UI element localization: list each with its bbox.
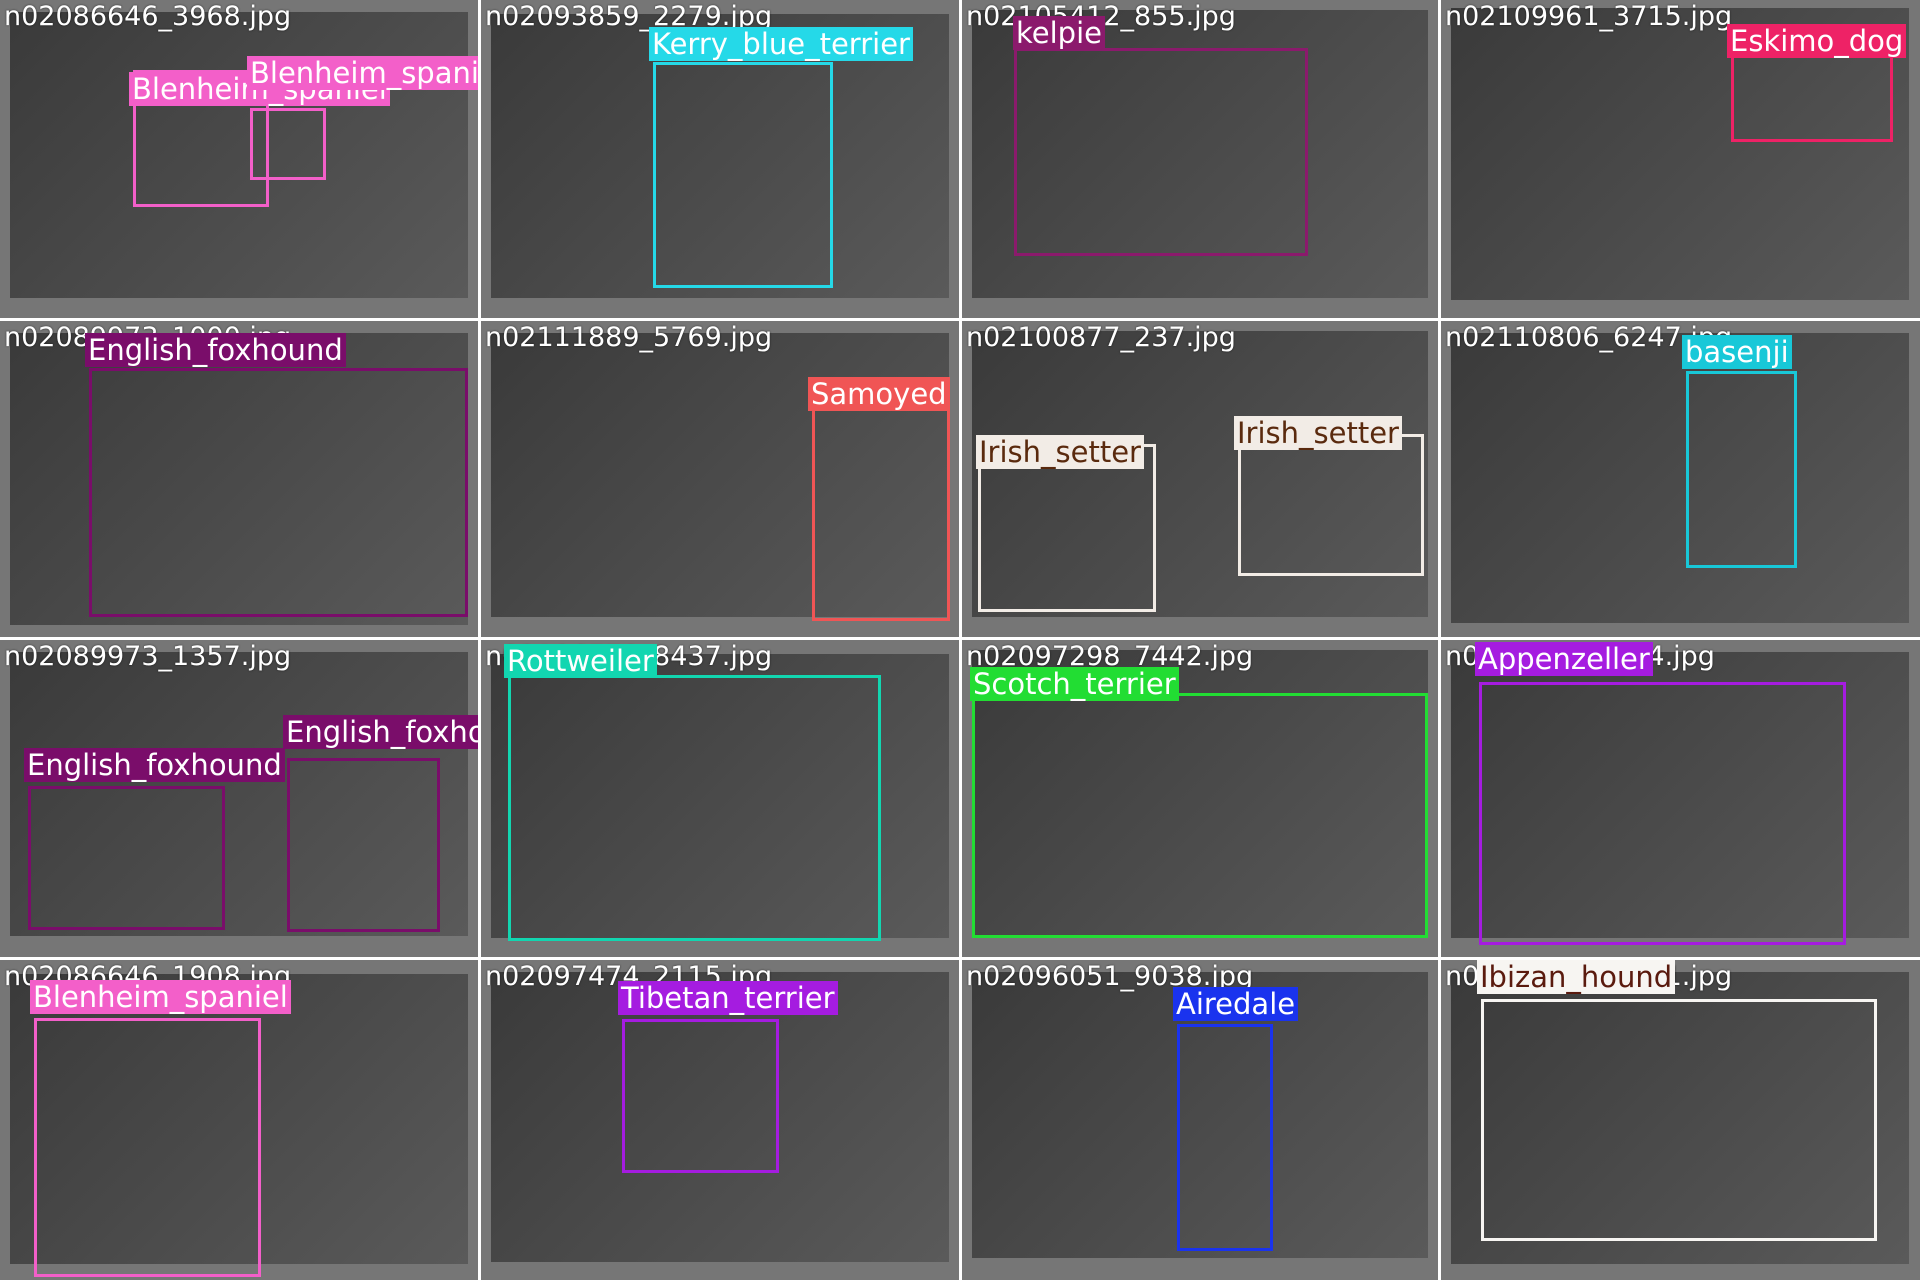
detection-label: English_foxhound [85,333,346,367]
detection-label: Irish_setter [976,435,1144,469]
detection-label: Ibizan_hound [1477,960,1676,994]
detection-label: Blenheim_spaniel [30,980,291,1014]
detection-label: kelpie [1013,16,1105,50]
detection-label: Rottweiler [504,644,657,678]
image-filename: n02111889_5769.jpg [485,322,773,353]
image-tile: n02093859_2279.jpg Kerry_blue_terrier [481,0,959,318]
bounding-box [1731,46,1893,142]
detection-label: Appenzeller [1475,642,1653,676]
image-filename: n02109961_3715.jpg [1445,1,1733,32]
image-tile: n02110806_6247.jpg basenji [1441,321,1920,637]
bounding-box [653,62,833,288]
bounding-box [250,108,326,180]
bounding-box [287,758,440,932]
bounding-box [28,786,225,930]
bounding-box [622,1019,779,1173]
bounding-box [1014,48,1308,256]
image-tile: n02091244_4421.jpgIbizan_hound [1441,960,1920,1280]
detection-label: Scotch_terrier [970,667,1179,701]
image-tile: n02086646_3968.jpgBlenheim_spanielBlenhe… [0,0,478,318]
bounding-box [34,1018,261,1277]
image-tile: n02107908_704.jpgAppenzeller [1441,640,1920,957]
detection-label: Airedale [1173,987,1299,1021]
bounding-box [1686,371,1797,568]
detection-label: basenji [1682,335,1792,369]
image-tile: n02096051_9038.jpg Airedale [962,960,1438,1280]
image-tile: n02109961_3715.jpg Eskimo_dog [1441,0,1920,318]
detection-label: English_foxhound [283,715,478,749]
bounding-box [978,444,1156,612]
image-tile: n02105412_855.jpgkelpie [962,0,1438,318]
image-tile: n02089973_1000.jpgEnglish_foxhound [0,321,478,637]
image-filename: n02089973_1357.jpg [4,641,292,672]
image-tile: n02100877_237.jpg Irish_setter Irish_sette… [962,321,1438,637]
bounding-box [89,368,468,617]
image-tile: n02086646_1908.jpg Blenheim_spaniel [0,960,478,1280]
bounding-box [1238,434,1424,576]
detection-label: Samoyed [808,377,950,411]
bounding-box [508,675,881,941]
detection-label: Blenheim_spaniel [247,56,478,90]
image-tile: n02111889_5769.jpg Samoyed [481,321,959,637]
detection-label: English_foxhound [24,748,285,782]
image-tile: n02106550_8437.jpgRottweiler [481,640,959,957]
detection-label: Eskimo_dog [1727,24,1907,58]
bounding-box [1481,999,1877,1241]
image-tile: n02097474_2115.jpg Tibetan_terrier [481,960,959,1280]
detection-label: Tibetan_terrier [618,981,838,1015]
bounding-box [972,693,1428,938]
image-filename: n02100877_237.jpg [966,322,1236,353]
bounding-box [1479,682,1846,945]
image-tile: n02097298_7442.jpg Scotch_terrier [962,640,1438,957]
image-filename: n02086646_3968.jpg [4,1,292,32]
bounding-box [812,378,950,621]
bounding-box [1177,1024,1273,1251]
detection-mosaic: n02086646_3968.jpg Blenheim_spaniel Blenhe… [0,0,1920,1280]
dog-photo [1451,333,1909,623]
detection-label: Irish_setter [1234,416,1402,450]
image-tile: n02089973_1357.jpg English_foxhound Englis… [0,640,478,957]
detection-label: Kerry_blue_terrier [649,27,913,61]
